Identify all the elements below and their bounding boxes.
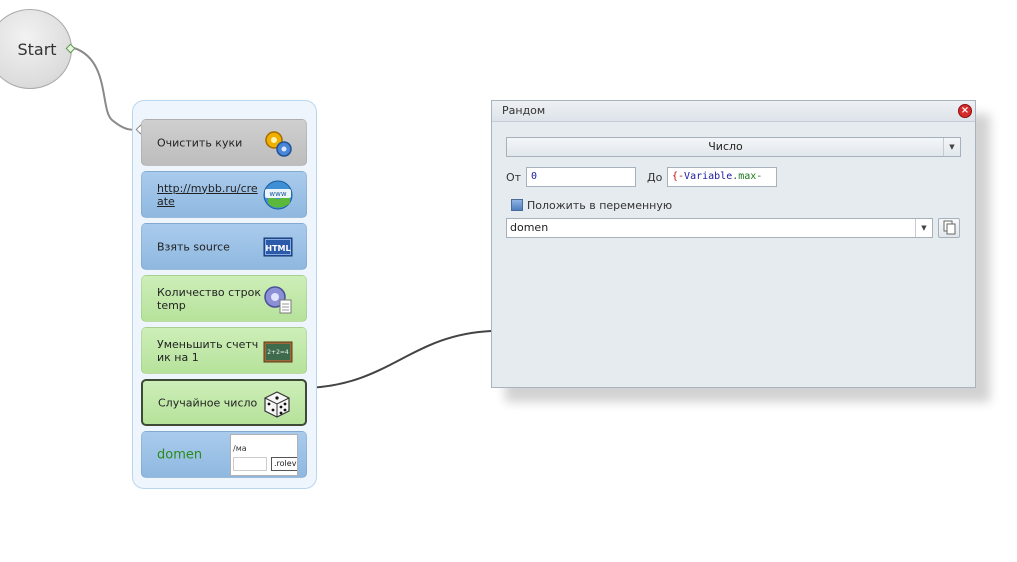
copy-button[interactable]	[938, 218, 960, 238]
block-random-number[interactable]: Случайное число	[141, 379, 307, 426]
block-label: Очистить куки	[157, 136, 243, 149]
preview-thumbnail: /ма .rolev	[230, 434, 298, 476]
start-label: Start	[17, 39, 57, 59]
random-settings-panel[interactable]: Рандом × Число ▼ От 0 До {-Variable.max-…	[491, 100, 976, 388]
block-line-count[interactable]: Количество строк temp	[141, 275, 307, 322]
block-clear-cookies[interactable]: Очистить куки	[141, 119, 307, 166]
copy-icon	[943, 220, 956, 235]
block-label: Количество строк temp	[157, 285, 261, 312]
block-get-source[interactable]: Взять source HTML	[141, 223, 307, 270]
thumb-text: /ма	[233, 444, 247, 453]
thumb-box	[233, 457, 267, 471]
wire-block-to-panel	[306, 330, 492, 389]
close-icon[interactable]: ×	[958, 104, 972, 118]
block-label: Случайное число	[158, 396, 258, 409]
variable-dropdown[interactable]: domen ▼	[506, 218, 933, 238]
www-globe-icon: www	[263, 180, 293, 209]
chevron-down-icon[interactable]: ▼	[943, 138, 960, 156]
svg-text:HTML: HTML	[265, 244, 290, 253]
block-domen[interactable]: domen /ма .rolev	[141, 431, 307, 478]
svg-text:www: www	[269, 190, 286, 198]
gear-document-icon	[264, 285, 292, 313]
variable-value: domen	[510, 221, 549, 234]
from-input[interactable]: 0	[526, 167, 636, 187]
block-decrement-counter[interactable]: Уменьшить счетчик на 1 2+2=4	[141, 327, 307, 374]
to-name: max-	[738, 171, 763, 182]
block-navigate-url[interactable]: http://mybb.ru/create www	[141, 171, 307, 218]
random-type-dropdown[interactable]: Число ▼	[506, 137, 961, 157]
block-label: Уменьшить счетчик на 1	[157, 337, 259, 364]
from-label: От	[506, 171, 522, 184]
random-type-value: Число	[708, 140, 743, 153]
chalkboard-icon: 2+2=4	[263, 341, 293, 362]
thumb-box-text: .rolev	[271, 457, 297, 471]
svg-text:2+2=4: 2+2=4	[267, 349, 289, 356]
to-label: До	[647, 171, 663, 184]
panel-title: Рандом	[492, 101, 975, 122]
block-url-link[interactable]: http://mybb.ru/create	[157, 182, 261, 208]
to-var: Variable	[684, 171, 733, 182]
wire-start-to-block	[73, 47, 139, 131]
chevron-down-icon[interactable]: ▼	[915, 219, 932, 237]
block-label: Взять source	[157, 240, 230, 253]
gears-icon	[265, 130, 292, 157]
html-icon: HTML	[263, 237, 293, 256]
dice-icon	[264, 390, 290, 418]
to-input[interactable]: {-Variable.max-	[667, 167, 777, 187]
save-to-variable-label: Положить в переменную	[527, 199, 673, 212]
to-brace: {-	[672, 171, 685, 182]
save-to-variable-checkbox[interactable]	[511, 199, 523, 211]
start-node[interactable]: Start	[0, 9, 72, 89]
